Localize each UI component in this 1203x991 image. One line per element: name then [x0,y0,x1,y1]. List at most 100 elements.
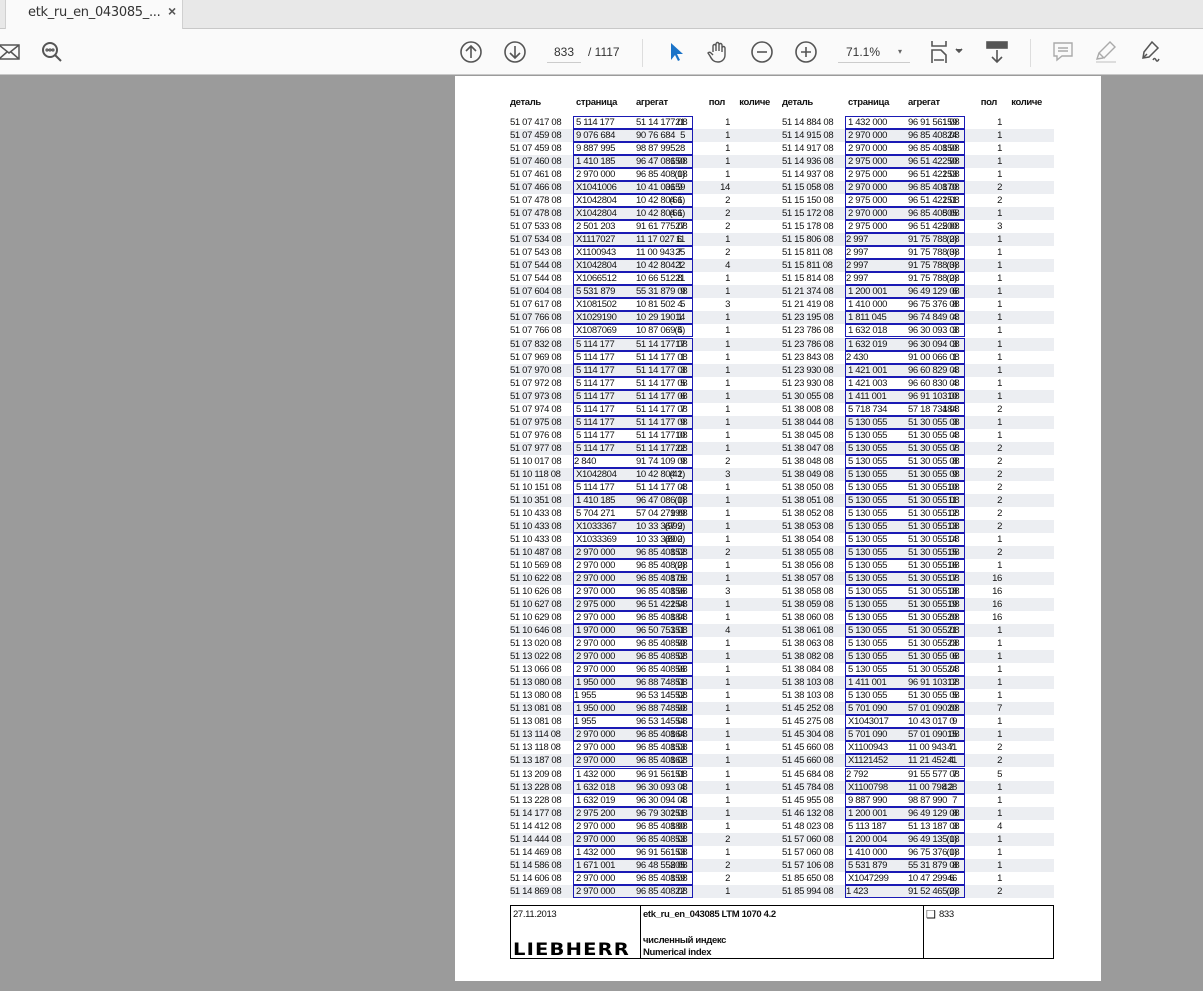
cell-page[interactable]: 9 887 995 [576,143,615,154]
cell-detail[interactable]: 51 13 228 08 [510,782,562,793]
cell-page[interactable]: 5 130 055 [848,534,887,545]
cell-detail[interactable]: 51 10 433 08 [510,508,562,519]
cell-page[interactable]: 5 114 177 [576,365,615,376]
cell-page[interactable]: 2 970 000 [848,130,887,141]
cell-page[interactable]: 1 950 000 [576,677,615,688]
cell-detail[interactable]: 51 38 103 08 [782,690,834,701]
cell-page[interactable]: 5 130 055 [848,430,887,441]
cell-detail[interactable]: 51 14 884 08 [782,117,834,128]
cell-detail[interactable]: 51 07 460 08 [510,156,562,167]
cell-detail[interactable]: 51 14 915 08 [782,130,834,141]
cell-page[interactable]: 1 811 045 [848,312,887,323]
cell-page[interactable]: 2 970 000 [576,664,615,675]
cell-page[interactable]: X1087069 [576,325,617,336]
cell-page[interactable]: 2 970 000 [576,638,615,649]
cell-detail[interactable]: 51 13 020 08 [510,638,562,649]
cell-detail[interactable]: 51 14 937 08 [782,169,834,180]
cell-page[interactable]: 5 130 055 [848,456,887,467]
cell-detail[interactable]: 51 07 533 08 [510,221,562,232]
cell-page[interactable]: 5 114 177 [576,417,615,428]
cell-detail[interactable]: 51 14 469 08 [510,847,562,858]
cell-detail[interactable]: 51 38 054 08 [782,534,834,545]
cell-detail[interactable]: 51 10 017 08 [510,456,562,467]
cell-detail[interactable]: 51 13 114 08 [510,729,561,740]
cell-page[interactable]: 2 997 [846,247,868,258]
cell-page[interactable]: 1 950 000 [576,703,615,714]
cell-page[interactable]: 2 970 000 [576,729,615,740]
cell-page[interactable]: 2 975 000 [576,599,615,610]
hand-icon[interactable] [705,39,731,65]
cell-detail[interactable]: 51 07 977 08 [510,443,562,454]
fit-page-icon[interactable] [930,39,964,65]
cell-detail[interactable]: 51 45 660 08 [782,742,834,753]
cell-page[interactable]: 9 076 684 [576,130,615,141]
cell-page[interactable]: 5 531 879 [576,286,615,297]
cell-detail[interactable]: 51 13 022 08 [510,651,562,662]
cell-page[interactable]: 5 130 055 [848,417,887,428]
cell-page[interactable]: 5 114 177 [576,117,615,128]
cell-detail[interactable]: 51 57 060 08 [782,834,834,845]
cell-detail[interactable]: 51 23 786 08 [782,325,834,336]
cell-page[interactable]: 5 114 177 [576,391,615,402]
cell-page[interactable]: 1 200 004 [848,834,887,845]
cell-detail[interactable]: 51 45 955 08 [782,795,834,806]
cell-detail[interactable]: 51 13 080 08 [510,677,562,688]
cell-page[interactable]: 5 130 055 [848,651,887,662]
cell-page[interactable]: X1100943 [576,247,616,258]
cell-detail[interactable]: 51 15 811 08 [782,247,833,258]
cell-page[interactable]: X1117027 [576,234,615,245]
cell-detail[interactable]: 51 15 058 08 [782,182,834,193]
cell-page[interactable]: 2 997 [846,260,868,271]
cell-detail[interactable]: 51 13 228 08 [510,795,562,806]
cell-page[interactable]: X1066512 [576,273,617,284]
cell-page[interactable]: 5 130 055 [848,443,887,454]
cell-page[interactable]: X1047299 [848,873,889,884]
cell-detail[interactable]: 51 14 444 08 [510,834,562,845]
cell-detail[interactable]: 51 10 151 08 [510,482,562,493]
cell-detail[interactable]: 51 15 814 08 [782,273,834,284]
cell-page[interactable]: 1 432 000 [848,117,887,128]
cell-page[interactable]: 2 970 000 [576,742,615,753]
cell-page[interactable]: 1 423 [846,886,868,897]
cell-page[interactable]: X1081502 [576,299,617,310]
cell-page[interactable]: 2 970 000 [848,182,887,193]
cell-page[interactable]: 2 970 000 [576,821,615,832]
cell-page[interactable]: X1043017 [848,716,889,727]
cell-detail[interactable]: 51 07 969 08 [510,352,562,363]
cell-detail[interactable]: 51 07 976 08 [510,430,562,441]
cell-detail[interactable]: 51 38 057 08 [782,573,834,584]
cell-detail[interactable]: 51 10 487 08 [510,547,562,558]
cell-page[interactable]: 5 114 177 [576,339,615,350]
cell-page[interactable]: 1 632 018 [576,782,615,793]
cell-page[interactable]: X1042804 [576,260,617,271]
cell-page[interactable]: 1 200 001 [848,808,887,819]
cell-page[interactable]: 9 887 990 [848,795,887,806]
cell-page[interactable]: 5 130 055 [848,612,887,623]
cell-detail[interactable]: 51 07 832 08 [510,339,562,350]
cell-detail[interactable]: 51 13 187 08 [510,755,562,766]
cell-page[interactable]: 5 130 055 [848,573,887,584]
cell-detail[interactable]: 51 07 534 08 [510,234,562,245]
zoom-in-icon[interactable] [793,39,819,65]
cell-detail[interactable]: 51 38 045 08 [782,430,834,441]
cell-page[interactable]: 2 970 000 [576,169,615,180]
cell-page[interactable]: X1033367 [576,521,617,532]
cell-detail[interactable]: 51 07 459 08 [510,143,562,154]
cell-detail[interactable]: 51 38 082 08 [782,651,834,662]
cell-detail[interactable]: 51 07 766 08 [510,325,562,336]
cell-page[interactable]: 2 997 [846,234,868,245]
cell-page[interactable]: 2 975 000 [848,169,887,180]
cell-detail[interactable]: 51 07 544 08 [510,260,562,271]
cell-page[interactable]: 2 970 000 [848,143,887,154]
cell-page[interactable]: 5 701 090 [848,729,887,740]
cell-detail[interactable]: 51 13 209 08 [510,769,562,780]
cell-detail[interactable]: 51 38 063 08 [782,638,834,649]
cell-page[interactable]: X1042804 [576,208,617,219]
cell-detail[interactable]: 51 07 617 08 [510,299,562,310]
cell-detail[interactable]: 51 45 252 08 [782,703,834,714]
cell-page[interactable]: 2 970 000 [576,612,615,623]
cell-page[interactable]: 5 130 055 [848,690,887,701]
cell-detail[interactable]: 51 38 059 08 [782,599,834,610]
cell-detail[interactable]: 51 13 066 08 [510,664,562,675]
cell-page[interactable]: 5 701 090 [848,703,887,714]
